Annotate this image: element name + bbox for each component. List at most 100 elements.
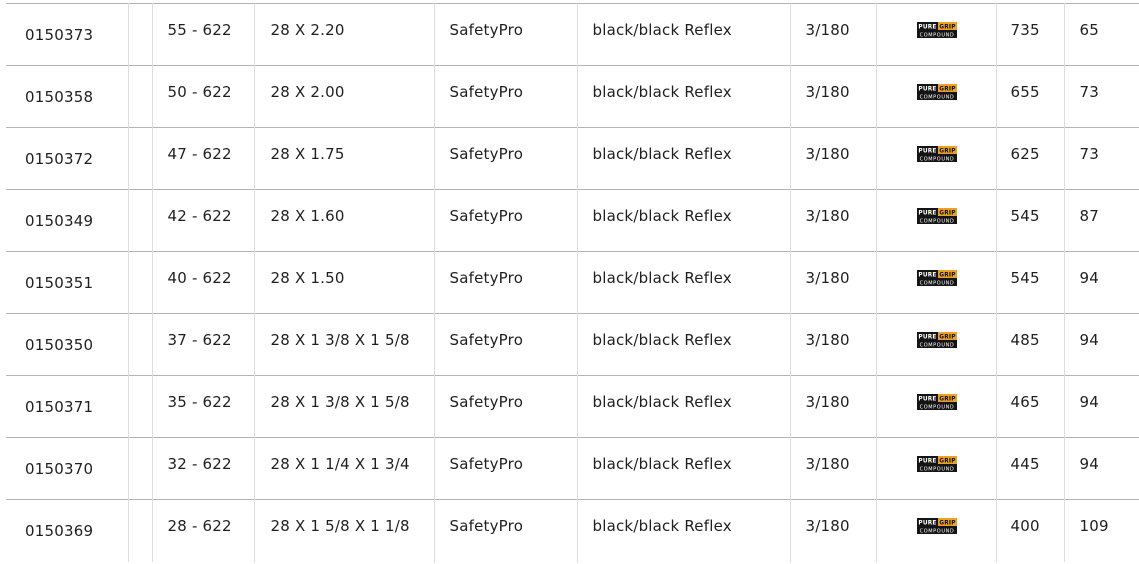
pressure-rating: 3/180 [805, 207, 850, 225]
pure-grip-compound-icon: PURE GRIP COMPOUND [916, 394, 957, 410]
compound-cell: PURE GRIP COMPOUND [876, 251, 997, 314]
weight-cell: 465 [996, 375, 1065, 438]
inch-size: 28 X 2.20 [270, 21, 345, 39]
table-body: 0150373 55 - 622 28 X 2.20 SafetyPro bla… [6, 3, 1139, 562]
article-number-cell: 0150349 [6, 189, 129, 252]
svg-text:GRIP: GRIP [939, 272, 956, 278]
price: 94 [1079, 269, 1099, 287]
pressure-rating: 3/180 [805, 517, 850, 535]
svg-text:COMPOUND: COMPOUND [919, 280, 954, 286]
table-row[interactable]: 0150370 32 - 622 28 X 1 1/4 X 1 3/4 Safe… [6, 437, 1139, 500]
etrto-cell: 47 - 622 [152, 127, 255, 190]
tire-color: black/black Reflex [592, 517, 732, 535]
compound-cell: PURE GRIP COMPOUND [876, 3, 997, 66]
table-row[interactable]: 0150349 42 - 622 28 X 1.60 SafetyPro bla… [6, 189, 1139, 252]
table-row[interactable]: 0150369 28 - 622 28 X 1 5/8 X 1 1/8 Safe… [6, 499, 1139, 562]
empty-cell [128, 189, 153, 252]
product-line: SafetyPro [449, 207, 524, 225]
empty-cell [128, 437, 153, 500]
svg-text:COMPOUND: COMPOUND [919, 466, 954, 472]
product-line-cell: SafetyPro [434, 499, 578, 562]
svg-text:COMPOUND: COMPOUND [919, 528, 954, 534]
weight-grams: 625 [1010, 145, 1040, 163]
empty-cell [128, 251, 153, 314]
weight-cell: 545 [996, 189, 1065, 252]
product-line-cell: SafetyPro [434, 375, 578, 438]
pure-grip-compound-icon: PURE GRIP COMPOUND [916, 332, 957, 348]
article-number-cell: 0150369 [6, 499, 129, 562]
compound-cell: PURE GRIP COMPOUND [876, 127, 997, 190]
weight-grams: 485 [1010, 331, 1040, 349]
svg-text:COMPOUND: COMPOUND [919, 342, 954, 348]
pressure-cell: 3/180 [790, 189, 877, 252]
weight-grams: 655 [1010, 83, 1040, 101]
article-number: 0150372 [25, 150, 94, 168]
price-cell: 73 [1064, 65, 1139, 128]
tire-color: black/black Reflex [592, 145, 732, 163]
inch-size: 28 X 1.60 [270, 207, 345, 225]
weight-cell: 400 [996, 499, 1065, 562]
article-number: 0150373 [25, 26, 94, 44]
empty-cell [128, 65, 153, 128]
compound-cell: PURE GRIP COMPOUND [876, 499, 997, 562]
svg-text:GRIP: GRIP [939, 520, 956, 526]
price: 94 [1079, 455, 1099, 473]
price-cell: 65 [1064, 3, 1139, 66]
compound-cell: PURE GRIP COMPOUND [876, 313, 997, 376]
table-row[interactable]: 0150358 50 - 622 28 X 2.00 SafetyPro bla… [6, 65, 1139, 128]
empty-cell [128, 375, 153, 438]
svg-text:COMPOUND: COMPOUND [919, 218, 954, 224]
inch-size-cell: 28 X 1.60 [254, 189, 435, 252]
etrto-cell: 50 - 622 [152, 65, 255, 128]
table-row[interactable]: 0150351 40 - 622 28 X 1.50 SafetyPro bla… [6, 251, 1139, 314]
empty-cell [128, 499, 153, 562]
empty-cell [128, 3, 153, 66]
pressure-cell: 3/180 [790, 251, 877, 314]
table-row[interactable]: 0150373 55 - 622 28 X 2.20 SafetyPro bla… [6, 3, 1139, 66]
price-cell: 109 [1064, 499, 1139, 562]
pressure-cell: 3/180 [790, 499, 877, 562]
svg-text:PURE: PURE [918, 334, 936, 340]
etrto-cell: 40 - 622 [152, 251, 255, 314]
color-cell: black/black Reflex [577, 65, 791, 128]
pressure-rating: 3/180 [805, 21, 850, 39]
svg-text:PURE: PURE [918, 520, 936, 526]
color-cell: black/black Reflex [577, 251, 791, 314]
article-number: 0150369 [25, 522, 94, 540]
pressure-rating: 3/180 [805, 145, 850, 163]
svg-text:GRIP: GRIP [939, 148, 956, 154]
pure-grip-compound-icon: PURE GRIP COMPOUND [916, 84, 957, 100]
table-row[interactable]: 0150371 35 - 622 28 X 1 3/8 X 1 5/8 Safe… [6, 375, 1139, 438]
compound-cell: PURE GRIP COMPOUND [876, 375, 997, 438]
inch-size-cell: 28 X 2.20 [254, 3, 435, 66]
pressure-cell: 3/180 [790, 3, 877, 66]
svg-text:PURE: PURE [918, 148, 936, 154]
pressure-rating: 3/180 [805, 83, 850, 101]
svg-text:COMPOUND: COMPOUND [919, 94, 954, 100]
pure-grip-compound-icon: PURE GRIP COMPOUND [916, 518, 957, 534]
weight-grams: 445 [1010, 455, 1040, 473]
table-row[interactable]: 0150372 47 - 622 28 X 1.75 SafetyPro bla… [6, 127, 1139, 190]
pressure-rating: 3/180 [805, 393, 850, 411]
compound-cell: PURE GRIP COMPOUND [876, 437, 997, 500]
svg-text:PURE: PURE [918, 458, 936, 464]
price-cell: 94 [1064, 437, 1139, 500]
weight-cell: 445 [996, 437, 1065, 500]
etrto-size: 37 - 622 [167, 331, 232, 349]
inch-size: 28 X 1 5/8 X 1 1/8 [270, 517, 410, 535]
etrto-cell: 55 - 622 [152, 3, 255, 66]
color-cell: black/black Reflex [577, 313, 791, 376]
inch-size: 28 X 1 3/8 X 1 5/8 [270, 331, 410, 349]
etrto-size: 55 - 622 [167, 21, 232, 39]
price: 109 [1079, 517, 1109, 535]
product-line: SafetyPro [449, 517, 524, 535]
tire-color: black/black Reflex [592, 331, 732, 349]
product-line-cell: SafetyPro [434, 65, 578, 128]
tire-color: black/black Reflex [592, 269, 732, 287]
svg-text:PURE: PURE [918, 210, 936, 216]
product-line-cell: SafetyPro [434, 189, 578, 252]
weight-grams: 545 [1010, 269, 1040, 287]
table-row[interactable]: 0150350 37 - 622 28 X 1 3/8 X 1 5/8 Safe… [6, 313, 1139, 376]
etrto-cell: 37 - 622 [152, 313, 255, 376]
pure-grip-compound-icon: PURE GRIP COMPOUND [916, 208, 957, 224]
